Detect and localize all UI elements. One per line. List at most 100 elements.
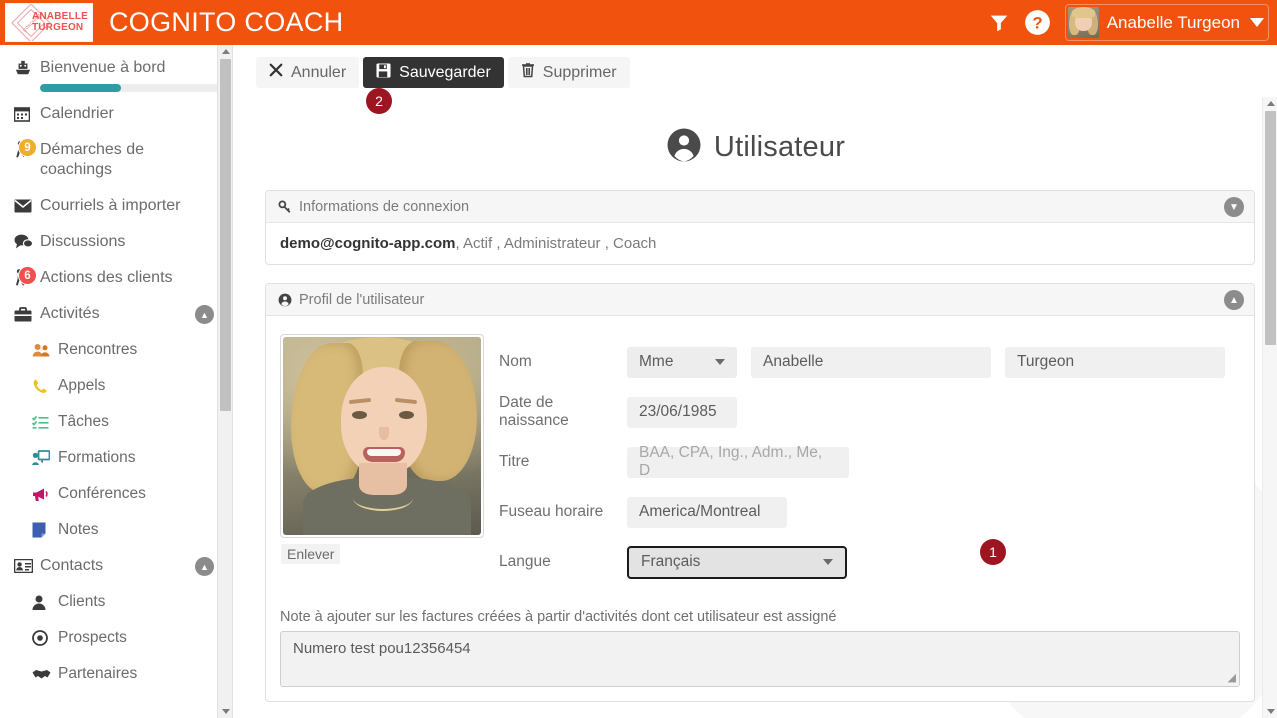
chevron-up-icon[interactable]: ▲ <box>195 557 214 576</box>
delete-label: Supprimer <box>542 63 617 81</box>
panel-title-profil: Profil de l'utilisateur <box>299 291 425 308</box>
avatar <box>1067 7 1099 38</box>
cancel-label: Annuler <box>291 63 347 81</box>
panel-body-profil: Enlever Nom Mme Anabelle Turgeon Date de… <box>266 316 1254 609</box>
sidebar-item-label: Démarches de coachings <box>40 141 145 178</box>
app-header: COACHING ANABELLE TURGEON COGNITO COACH … <box>0 0 1277 45</box>
filter-icon[interactable] <box>988 12 1010 34</box>
sidebar-item-discussions[interactable]: Discussions <box>0 224 232 260</box>
user-name: Anabelle Turgeon <box>1106 12 1240 32</box>
content-scroll-thumb[interactable] <box>1265 111 1276 345</box>
logo-line-1: ANABELLE <box>31 11 88 22</box>
logo-wordmark: ANABELLE TURGEON <box>32 11 88 33</box>
scroll-up-arrow-icon[interactable] <box>222 49 230 54</box>
contact-card-icon <box>14 556 40 576</box>
save-label: Sauvegarder <box>399 63 491 81</box>
civility-select[interactable]: Mme <box>627 346 737 378</box>
chevron-down-icon[interactable]: ▼ <box>1224 197 1244 217</box>
connexion-email: demo@cognito-app.com <box>280 235 456 252</box>
help-icon[interactable]: ? <box>1024 9 1051 36</box>
note-textarea[interactable]: Numero test pou12356454 ◢ <box>280 631 1240 687</box>
sidebar-item-calendrier[interactable]: Calendrier <box>0 96 232 132</box>
sidebar-item-courriels-importer[interactable]: Courriels à importer <box>0 188 232 224</box>
chevron-up-icon[interactable]: ▲ <box>195 305 214 324</box>
sidebar-item-appels[interactable]: Appels <box>0 368 232 404</box>
sidebar-item-d-marches-de-coachings[interactable]: Démarches de coachings 9 <box>0 132 232 188</box>
sidebar-item-prospects[interactable]: Prospects <box>0 620 232 656</box>
sidebar-item-label: Appels <box>58 377 106 394</box>
langue-select[interactable]: Français <box>627 545 847 579</box>
sidebar-item-label: Calendrier <box>40 105 114 122</box>
titre-input[interactable]: BAA, CPA, Ing., Adm., Me, D <box>627 444 849 479</box>
sidebar-item-label: Activités <box>40 305 100 322</box>
main-content: Annuler Sauvegarder Supprimer 2 Utilisat… <box>234 45 1277 718</box>
sidebar-item-formations[interactable]: Formations <box>0 440 232 476</box>
comments-icon <box>14 232 40 252</box>
save-button[interactable]: Sauvegarder <box>363 57 504 88</box>
sidebar-item-clients[interactable]: Clients <box>0 584 232 620</box>
chevron-up-icon[interactable]: ▲ <box>1224 290 1244 310</box>
sidebar-item-conf-rences[interactable]: Conférences <box>0 476 232 512</box>
sidebar-item-label: Partenaires <box>58 665 138 682</box>
header-actions: ? Anabelle Turgeon <box>988 0 1269 45</box>
note-value: Numero test pou12356454 <box>293 640 471 657</box>
sidebar-item-label: Formations <box>58 449 136 466</box>
connexion-summary: demo@cognito-app.com, Actif , Administra… <box>280 235 1240 252</box>
sidebar-item-label: Discussions <box>40 233 126 250</box>
sidebar-item-activit-s[interactable]: Activités ▲ <box>0 296 232 332</box>
sidebar-item-t-ches[interactable]: Tâches <box>0 404 232 440</box>
connexion-details: , Actif , Administrateur , Coach <box>455 235 657 252</box>
scroll-up-arrow-icon[interactable] <box>1267 101 1275 106</box>
note-block: Note à ajouter sur les factures créées à… <box>266 609 1254 701</box>
sidebar-scroll-thumb[interactable] <box>220 59 231 411</box>
note-label: Note à ajouter sur les factures créées à… <box>280 609 837 625</box>
user-menu[interactable]: Anabelle Turgeon <box>1064 4 1269 41</box>
sidebar: Bienvenue à bord Calendrier Démarches de c… <box>0 45 233 718</box>
user-icon <box>32 592 58 612</box>
content-scrollbar[interactable] <box>1262 97 1277 718</box>
panel-header-profil[interactable]: Profil de l'utilisateur ▲ <box>266 284 1254 316</box>
sidebar-item-label: Contacts <box>40 557 104 574</box>
scroll-down-arrow-icon[interactable] <box>222 709 230 714</box>
sidebar-item-rencontres[interactable]: Rencontres <box>0 332 232 368</box>
sidebar-item-label: Notes <box>58 521 99 538</box>
label-date-naissance: Date de naissance <box>499 394 569 429</box>
sidebar-scrollbar[interactable] <box>217 45 232 718</box>
fields-column: Nom Mme Anabelle Turgeon Date de naissan… <box>495 334 1240 587</box>
langue-step-badge: 1 <box>980 539 1006 565</box>
first-name-input[interactable]: Anabelle <box>751 346 991 378</box>
langue-value: Français <box>641 553 701 570</box>
sidebar-item-bienvenue-bord[interactable]: Bienvenue à bord <box>0 50 232 86</box>
remove-photo-button[interactable]: Enlever <box>281 544 341 564</box>
panel-profil-utilisateur: Profil de l'utilisateur ▲ Enlever Nom Mm… <box>265 283 1255 702</box>
timezone-input[interactable]: America/Montreal <box>627 496 787 528</box>
close-icon <box>269 63 283 82</box>
field-row-langue: Langue Français 1 <box>499 537 1240 587</box>
sidebar-item-notes[interactable]: Notes <box>0 512 232 548</box>
field-row-nom: Nom Mme Anabelle Turgeon <box>499 337 1240 387</box>
sidebar-item-partenaires[interactable]: Partenaires <box>0 656 232 692</box>
cancel-button[interactable]: Annuler <box>256 57 360 88</box>
panel-header-connexion[interactable]: Informations de connexion ▼ <box>266 191 1254 223</box>
sidebar-item-badge: 9 <box>18 138 37 157</box>
civility-value: Mme <box>639 353 674 370</box>
last-name-input[interactable]: Turgeon <box>1005 346 1225 378</box>
sidebar-item-contacts[interactable]: Contacts ▲ <box>0 548 232 584</box>
sidebar-item-actions-des-clients[interactable]: Actions des clients 6 <box>0 260 232 296</box>
save-step-badge: 2 <box>366 88 392 114</box>
label-fuseau-horaire: Fuseau horaire <box>499 503 604 520</box>
chevron-down-icon[interactable] <box>1250 18 1264 27</box>
profile-photo[interactable] <box>280 334 484 538</box>
ship-icon <box>14 58 40 78</box>
note-icon <box>32 520 58 540</box>
sidebar-item-label: Prospects <box>58 629 127 646</box>
birthdate-input[interactable]: 23/06/1985 <box>627 396 737 428</box>
calendar-icon <box>14 104 40 124</box>
scroll-down-arrow-icon[interactable] <box>1267 709 1275 714</box>
resize-grip-icon[interactable]: ◢ <box>1228 673 1236 684</box>
brand-logo[interactable]: COACHING ANABELLE TURGEON <box>5 3 93 42</box>
users-icon <box>32 340 58 360</box>
delete-button[interactable]: Supprimer <box>507 57 630 88</box>
page-title: Utilisateur <box>234 127 1277 168</box>
page-title-text: Utilisateur <box>713 131 846 163</box>
